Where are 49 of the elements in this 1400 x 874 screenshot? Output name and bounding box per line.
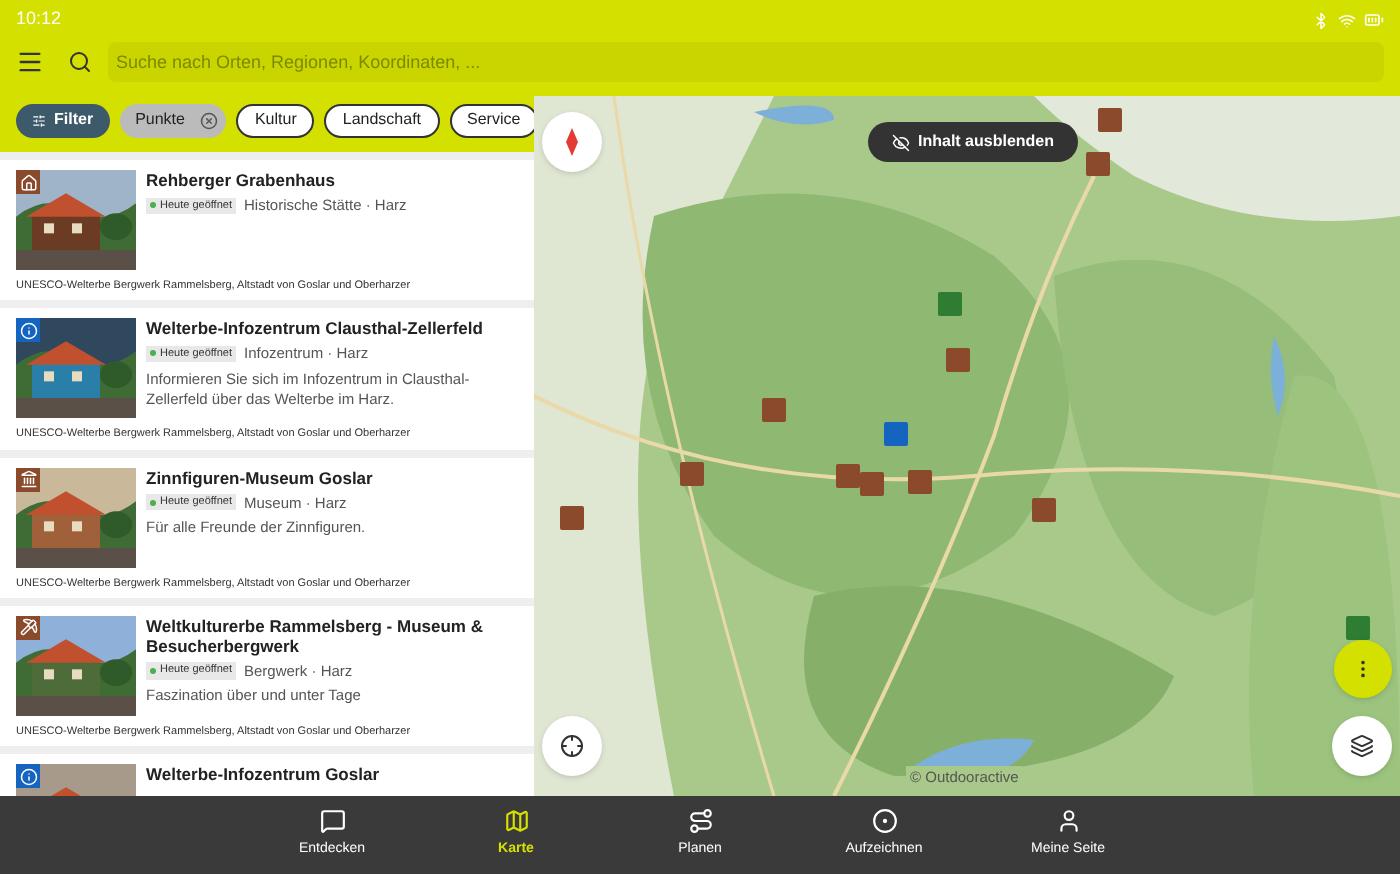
info-icon bbox=[16, 318, 40, 343]
result-title: Welterbe-Infozentrum Goslar bbox=[146, 764, 379, 784]
map-marker[interactable] bbox=[1032, 498, 1056, 522]
map-marker[interactable] bbox=[680, 462, 704, 486]
remove-icon[interactable] bbox=[200, 111, 219, 129]
compass-needle-icon bbox=[566, 128, 578, 156]
hide-content-button[interactable]: Inhalt ausblenden bbox=[868, 122, 1079, 162]
filter-chip[interactable]: Kultur bbox=[236, 103, 315, 137]
info-icon bbox=[16, 764, 40, 788]
map-marker[interactable] bbox=[884, 422, 908, 446]
eye-off-icon bbox=[892, 133, 910, 151]
map-marker[interactable] bbox=[762, 398, 786, 422]
map-marker[interactable] bbox=[938, 292, 962, 316]
museum-icon bbox=[16, 467, 40, 491]
map-marker[interactable] bbox=[908, 470, 932, 494]
filter-chip[interactable]: Service bbox=[449, 103, 539, 137]
map-marker[interactable] bbox=[1098, 108, 1122, 132]
sliders-icon bbox=[32, 113, 46, 127]
pickaxe-icon bbox=[16, 615, 40, 640]
search-icon bbox=[68, 50, 92, 74]
map-marker[interactable] bbox=[836, 464, 860, 488]
route-icon bbox=[687, 808, 713, 835]
result-card[interactable] bbox=[0, 308, 534, 449]
map-marker[interactable] bbox=[1086, 152, 1110, 176]
layers-icon bbox=[1350, 734, 1374, 758]
result-title: Zinnfiguren-Museum Goslar bbox=[146, 467, 373, 487]
map-icon bbox=[503, 808, 529, 835]
filter-chip[interactable]: Landschaft bbox=[324, 103, 440, 137]
filter-button[interactable]: Filter bbox=[16, 103, 110, 137]
bluetooth-icon bbox=[1312, 11, 1330, 29]
map-marker[interactable] bbox=[560, 506, 584, 530]
status-time: 10:12 bbox=[16, 6, 62, 33]
record-icon bbox=[871, 808, 897, 835]
user-icon bbox=[1055, 808, 1081, 835]
map-marker[interactable] bbox=[1346, 616, 1370, 640]
result-card[interactable]: Welterbe-Infozentrum Goslar bbox=[0, 754, 534, 796]
result-title: Weltkulturerbe Rammelsberg - Museum & Besucherbergwerk bbox=[146, 615, 485, 656]
menu-icon[interactable] bbox=[16, 48, 44, 76]
map-marker[interactable] bbox=[946, 348, 970, 372]
result-title: Rehberger Grabenhaus bbox=[146, 170, 337, 190]
wifi-icon bbox=[1338, 11, 1356, 29]
filter-chip[interactable]: Punkte bbox=[119, 103, 227, 137]
house-icon bbox=[16, 170, 40, 194]
speech-bubble-icon bbox=[319, 808, 345, 835]
result-title: Welterbe-Infozentrum Clausthal-Zellerfeld bbox=[146, 318, 485, 339]
search-field[interactable]: Suche nach Orten, Regionen, Koordinaten, ... bbox=[108, 42, 1384, 82]
map-marker[interactable] bbox=[860, 472, 884, 496]
battery-icon bbox=[1364, 10, 1384, 30]
crosshair-icon bbox=[560, 734, 584, 758]
